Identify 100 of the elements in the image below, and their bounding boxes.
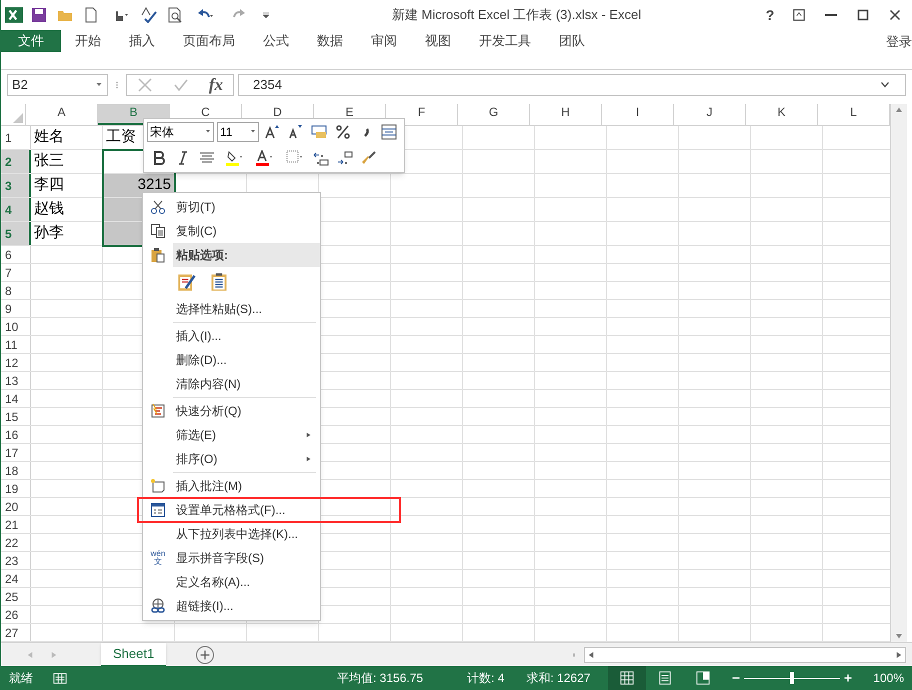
- row-header[interactable]: 26: [1, 606, 31, 623]
- minimize-icon: [825, 14, 837, 16]
- submenu-arrow-icon: [306, 431, 312, 439]
- new-sheet-button[interactable]: [196, 646, 214, 664]
- row-header[interactable]: 15: [1, 408, 31, 425]
- status-average: 平均值: 3156.75: [337, 670, 424, 687]
- row-header[interactable]: 3: [1, 174, 31, 197]
- zoom-slider[interactable]: [744, 672, 840, 684]
- scroll-left-icon: [588, 650, 594, 658]
- paste-options-header: 粘贴选项:: [173, 243, 320, 267]
- menu-item[interactable]: 插入批注(M): [143, 474, 320, 498]
- scissors-icon: [150, 199, 166, 215]
- row-header[interactable]: 16: [1, 426, 31, 443]
- grid-icon: [620, 671, 634, 685]
- vertical-scrollbar[interactable]: [890, 104, 907, 642]
- row-header[interactable]: 23: [1, 552, 31, 569]
- menu-item[interactable]: 复制(C): [143, 219, 320, 243]
- decrease-font-icon: [287, 124, 303, 140]
- menu-item[interactable]: 定义名称(A)...: [143, 570, 320, 594]
- name-box[interactable]: B2: [7, 74, 108, 96]
- borders-button[interactable]: [379, 122, 399, 142]
- row-header[interactable]: 22: [1, 534, 31, 551]
- row-header[interactable]: 17: [1, 444, 31, 461]
- ribbon-tab[interactable]: 审阅: [357, 30, 411, 52]
- grid-cell: 赵钱: [31, 198, 103, 221]
- column-header[interactable]: K: [746, 104, 818, 125]
- column-header[interactable]: H: [530, 104, 602, 125]
- menu-item[interactable]: 剪切(T): [143, 195, 320, 219]
- ribbon-tab[interactable]: 插入: [115, 30, 169, 52]
- menu-item[interactable]: 筛选(E): [143, 423, 320, 447]
- row-header[interactable]: 7: [1, 264, 31, 281]
- ribbon-tab[interactable]: 视图: [411, 30, 465, 52]
- sheet-tab[interactable]: Sheet1: [101, 642, 166, 666]
- ribbon-tab[interactable]: 开发工具: [465, 30, 545, 52]
- insert-function-button[interactable]: fx: [208, 72, 224, 98]
- horizontal-scrollbar[interactable]: [584, 646, 906, 662]
- status-sum: 求和: 12627: [526, 670, 590, 687]
- sign-in-link[interactable]: 登录: [886, 30, 912, 52]
- increase-font-icon: [264, 124, 280, 140]
- ribbon-display-icon: [793, 9, 805, 21]
- ribbon-tab[interactable]: 页面布局: [169, 30, 249, 52]
- row-header[interactable]: 13: [1, 372, 31, 389]
- page-layout-icon: [658, 671, 672, 685]
- ribbon-tab[interactable]: 团队: [545, 30, 599, 52]
- row-header[interactable]: 4: [1, 198, 31, 221]
- menu-item[interactable]: 排序(O): [143, 447, 320, 471]
- column-header[interactable]: G: [458, 104, 530, 125]
- grid-cell: 孙李: [31, 222, 103, 245]
- zoom-level[interactable]: 100%: [873, 669, 904, 687]
- row-header[interactable]: 21: [1, 516, 31, 533]
- menu-item[interactable]: 快速分析(Q): [143, 399, 320, 423]
- caret-icon: [95, 82, 103, 88]
- next-sheet-icon: [51, 650, 57, 658]
- row-header[interactable]: 18: [1, 462, 31, 479]
- menu-item[interactable]: 插入(I)...: [143, 324, 320, 348]
- menu-item[interactable]: 删除(D)...: [143, 348, 320, 372]
- ribbon-tab[interactable]: 数据: [303, 30, 357, 52]
- clipboard-icon: [150, 247, 166, 263]
- row-header[interactable]: 24: [1, 570, 31, 587]
- view-button[interactable]: [608, 666, 646, 690]
- row-header[interactable]: 19: [1, 480, 31, 497]
- help-button[interactable]: ?: [760, 4, 780, 26]
- quick-analysis-icon: [150, 403, 166, 419]
- font-size-dropdown[interactable]: 11: [217, 122, 259, 142]
- expand-icon: [879, 81, 891, 89]
- font-dropdown[interactable]: 宋体: [147, 122, 214, 142]
- menu-item[interactable]: 设置单元格格式(F)...: [138, 498, 400, 522]
- zoom-slider-thumb[interactable]: [790, 672, 794, 684]
- row-header[interactable]: 12: [1, 354, 31, 371]
- row-header[interactable]: 27: [1, 624, 31, 641]
- menu-item[interactable]: 超链接(I)...: [143, 594, 320, 618]
- formula-field[interactable]: 2354: [238, 74, 906, 96]
- ribbon-tab[interactable]: 公式: [249, 30, 303, 52]
- row-header[interactable]: 25: [1, 588, 31, 605]
- save-button[interactable]: [29, 5, 49, 25]
- row-header[interactable]: 14: [1, 390, 31, 407]
- grid-cell: 李四: [31, 174, 103, 197]
- submenu-arrow-icon: [306, 455, 312, 463]
- decrease-decimal-icon: [337, 150, 353, 166]
- menu-item[interactable]: 清除内容(N): [143, 372, 320, 396]
- menu-item[interactable]: 选择性粘贴(S)...: [143, 297, 320, 321]
- row-header[interactable]: 20: [1, 498, 31, 515]
- column-header[interactable]: I: [602, 104, 674, 125]
- paintbrush-icon: [361, 150, 377, 166]
- ribbon-tab[interactable]: 开始: [61, 30, 115, 52]
- row-header[interactable]: 2: [1, 150, 31, 173]
- zoom-in-icon: [844, 674, 852, 682]
- menu-item[interactable]: wén 文 显示拼音字段(S): [143, 546, 320, 570]
- file-tab[interactable]: 文件: [1, 30, 61, 52]
- column-header[interactable]: J: [674, 104, 746, 125]
- row-header[interactable]: 1: [1, 126, 31, 149]
- spelling-button[interactable]: [139, 5, 159, 25]
- row-header[interactable]: 11: [1, 336, 31, 353]
- row-header[interactable]: 6: [1, 246, 31, 263]
- row-header[interactable]: 10: [1, 318, 31, 335]
- row-header[interactable]: 8: [1, 282, 31, 299]
- menu-item[interactable]: 从下拉列表中选择(K)...: [143, 522, 320, 546]
- grid-cell: 张三: [31, 150, 103, 173]
- row-header[interactable]: 5: [1, 222, 31, 245]
- row-header[interactable]: 9: [1, 300, 31, 317]
